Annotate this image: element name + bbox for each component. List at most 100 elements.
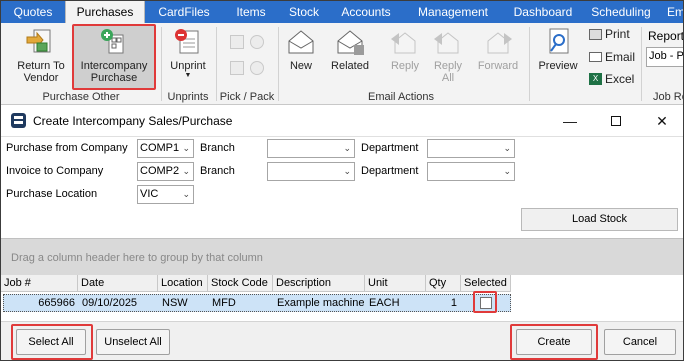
cell-description: Example machine	[277, 297, 365, 309]
dialog-title-bar: Create Intercompany Sales/Purchase — ✕	[1, 105, 683, 137]
printer-icon	[589, 28, 602, 40]
ribbon-divider	[641, 27, 642, 101]
unprint-button[interactable]: Unprint ▼	[167, 25, 209, 80]
excel-button[interactable]: X Excel	[589, 72, 634, 86]
column-header-unit[interactable]: Unit	[365, 275, 426, 292]
forward-button[interactable]: Forward	[473, 25, 523, 72]
close-icon: ✕	[656, 112, 668, 129]
group-label-pick-pack: Pick / Pack	[219, 91, 275, 103]
stock-grid: Job # Date Location Stock Code Descripti…	[1, 275, 683, 321]
branch-label-2: Branch	[200, 165, 235, 177]
tab-accounts[interactable]: Accounts	[329, 1, 403, 23]
cancel-button[interactable]: Cancel	[604, 329, 676, 355]
cell-date: 09/10/2025	[82, 297, 138, 309]
dialog-footer: Select All Unselect All Create Cancel	[1, 321, 683, 360]
tab-dashboard[interactable]: Dashboard	[503, 1, 583, 23]
purchase-location-value: VIC	[140, 188, 159, 200]
chevron-down-icon: ⌄	[182, 143, 190, 153]
reply-all-button[interactable]: Reply All	[429, 25, 467, 84]
excel-label: Excel	[605, 72, 635, 86]
dialog-title: Create Intercompany Sales/Purchase	[33, 114, 233, 128]
related-email-button[interactable]: Related	[328, 25, 372, 72]
pick-list-icon	[230, 61, 244, 75]
highlight-intercompany-purchase	[72, 24, 156, 90]
purchase-location-select[interactable]: VIC ⌄	[137, 185, 194, 204]
maximize-button[interactable]	[593, 109, 639, 133]
unselect-all-button[interactable]: Unselect All	[96, 329, 170, 355]
email-button[interactable]: Email	[589, 50, 635, 64]
magnifier-icon	[542, 27, 574, 57]
return-to-vendor-icon	[25, 27, 57, 57]
table-row[interactable]: 665966 09/10/2025 NSW MFD Example machin…	[3, 294, 511, 312]
minimize-icon: —	[563, 113, 577, 129]
new-email-button[interactable]: New	[284, 25, 318, 72]
department-label-1: Department	[361, 142, 419, 154]
new-email-label: New	[289, 60, 312, 72]
excel-icon: X	[589, 73, 602, 85]
column-header-date[interactable]: Date	[78, 275, 158, 292]
purchase-from-company-label: Purchase from Company	[6, 142, 128, 154]
cell-job: 665966	[38, 297, 75, 309]
column-header-selected[interactable]: Selected	[461, 275, 511, 292]
group-label-email-actions: Email Actions	[367, 91, 435, 103]
preview-label: Preview	[538, 60, 578, 72]
group-label-purchase-other: Purchase Other	[42, 91, 120, 103]
tab-scheduling[interactable]: Scheduling	[583, 1, 659, 23]
report-label: Report	[648, 29, 684, 43]
group-by-panel[interactable]: Drag a column header here to group by th…	[1, 238, 683, 275]
ribbon-divider	[216, 27, 217, 101]
close-button[interactable]: ✕	[639, 109, 683, 133]
tab-stock[interactable]: Stock	[279, 1, 329, 23]
tab-quotes[interactable]: Quotes	[1, 1, 65, 23]
cell-stock-code: MFD	[212, 297, 236, 309]
ribbon-divider	[161, 27, 162, 101]
branch-label-1: Branch	[200, 142, 235, 154]
column-header-stock-code[interactable]: Stock Code	[208, 275, 273, 292]
highlight-selected-checkbox	[473, 291, 497, 313]
reply-icon	[389, 27, 421, 57]
chevron-down-icon: ⌄	[182, 166, 190, 176]
pick-icon	[230, 35, 244, 49]
invoice-to-company-select[interactable]: COMP2 ⌄	[137, 162, 194, 181]
return-to-vendor-button[interactable]: Return To Vendor	[13, 25, 69, 84]
pack-icon	[250, 35, 264, 49]
tab-items[interactable]: Items	[223, 1, 279, 23]
cell-unit: EACH	[369, 297, 400, 309]
column-header-job[interactable]: Job #	[1, 275, 78, 292]
envelope-new-icon	[285, 27, 317, 57]
chevron-down-icon: ⌄	[343, 143, 351, 153]
print-button[interactable]: Print	[589, 27, 630, 41]
department-select-2[interactable]: ⌄	[427, 162, 515, 181]
column-header-description[interactable]: Description	[273, 275, 365, 292]
report-select[interactable]: Job - P	[646, 47, 683, 67]
chevron-down-icon: ⌄	[503, 143, 511, 153]
tab-purchases[interactable]: Purchases	[65, 1, 145, 23]
reply-all-label-1: Reply	[433, 60, 463, 72]
column-header-qty[interactable]: Qty	[426, 275, 461, 292]
ribbon: Return To Vendor Intercompany Purchase P…	[1, 23, 684, 105]
cell-location: NSW	[162, 297, 188, 309]
column-header-location[interactable]: Location	[158, 275, 208, 292]
minimize-button[interactable]: —	[547, 109, 593, 133]
department-select-1[interactable]: ⌄	[427, 139, 515, 158]
purchase-location-label: Purchase Location	[6, 188, 98, 200]
pack-list-icon	[250, 61, 264, 75]
tab-cardfiles[interactable]: CardFiles	[145, 1, 223, 23]
app-window: Quotes Purchases CardFiles Items Stock A…	[0, 0, 684, 361]
highlight-create	[510, 324, 598, 360]
load-stock-button[interactable]: Load Stock	[521, 208, 678, 231]
invoice-to-company-value: COMP2	[140, 165, 180, 177]
purchase-from-company-select[interactable]: COMP1 ⌄	[137, 139, 194, 158]
tab-management[interactable]: Management	[403, 1, 503, 23]
chevron-down-icon: ⌄	[343, 166, 351, 176]
tab-email[interactable]: Email	[659, 1, 683, 23]
ribbon-divider	[529, 27, 530, 101]
envelope-related-icon	[334, 27, 366, 57]
ribbon-tab-bar: Quotes Purchases CardFiles Items Stock A…	[1, 1, 683, 23]
branch-select-1[interactable]: ⌄	[267, 139, 355, 158]
purchase-from-company-value: COMP1	[140, 142, 180, 154]
branch-select-2[interactable]: ⌄	[267, 162, 355, 181]
reply-button[interactable]: Reply	[384, 25, 426, 72]
preview-button[interactable]: Preview	[536, 25, 580, 72]
email-label: Email	[605, 50, 636, 64]
